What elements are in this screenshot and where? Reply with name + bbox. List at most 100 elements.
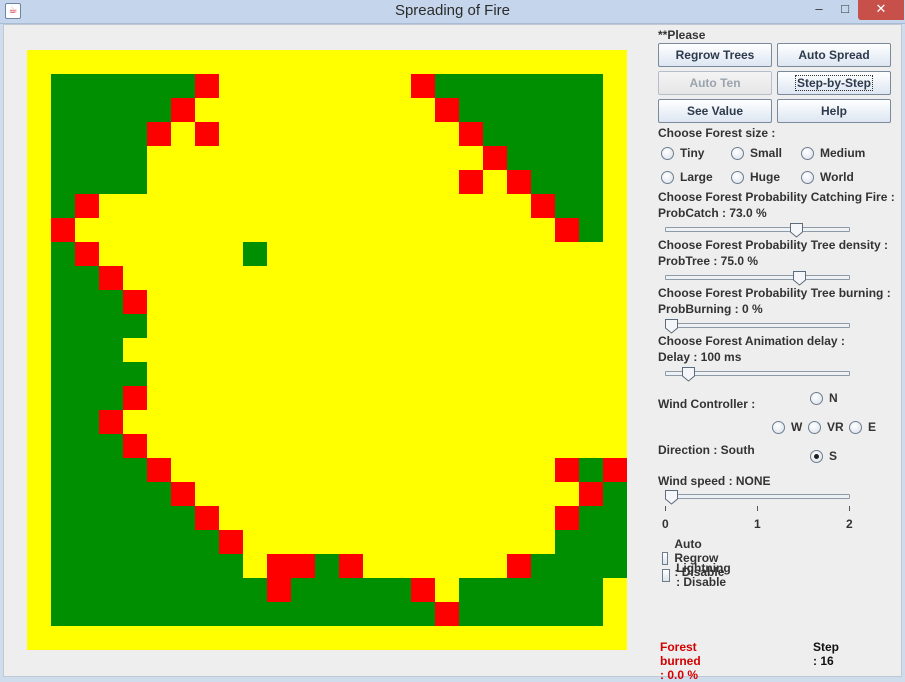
empty-cell[interactable]	[147, 290, 171, 314]
tree-cell[interactable]	[291, 578, 315, 602]
empty-cell[interactable]	[339, 458, 363, 482]
empty-cell[interactable]	[315, 506, 339, 530]
tree-cell[interactable]	[363, 602, 387, 626]
empty-cell[interactable]	[603, 314, 627, 338]
tree-cell[interactable]	[387, 602, 411, 626]
tree-cell[interactable]	[579, 170, 603, 194]
empty-cell[interactable]	[219, 338, 243, 362]
tree-cell[interactable]	[171, 74, 195, 98]
tree-cell[interactable]	[51, 602, 75, 626]
empty-cell[interactable]	[291, 458, 315, 482]
empty-cell[interactable]	[483, 242, 507, 266]
empty-cell[interactable]	[339, 218, 363, 242]
empty-cell[interactable]	[459, 290, 483, 314]
empty-cell[interactable]	[339, 266, 363, 290]
empty-cell[interactable]	[411, 242, 435, 266]
empty-cell[interactable]	[27, 410, 51, 434]
empty-cell[interactable]	[315, 410, 339, 434]
fire-cell[interactable]	[123, 434, 147, 458]
tree-cell[interactable]	[579, 458, 603, 482]
tree-cell[interactable]	[123, 602, 147, 626]
empty-cell[interactable]	[579, 362, 603, 386]
empty-cell[interactable]	[243, 266, 267, 290]
tree-cell[interactable]	[99, 482, 123, 506]
tree-cell[interactable]	[507, 98, 531, 122]
empty-cell[interactable]	[243, 314, 267, 338]
empty-cell[interactable]	[123, 194, 147, 218]
tree-cell[interactable]	[171, 506, 195, 530]
tree-cell[interactable]	[75, 482, 99, 506]
tree-cell[interactable]	[483, 122, 507, 146]
tree-cell[interactable]	[99, 434, 123, 458]
empty-cell[interactable]	[291, 146, 315, 170]
empty-cell[interactable]	[171, 290, 195, 314]
wind-speed-slider[interactable]	[665, 489, 850, 505]
empty-cell[interactable]	[147, 386, 171, 410]
empty-cell[interactable]	[291, 218, 315, 242]
tree-cell[interactable]	[603, 554, 627, 578]
empty-cell[interactable]	[339, 482, 363, 506]
empty-cell[interactable]	[195, 410, 219, 434]
empty-cell[interactable]	[363, 50, 387, 74]
tree-cell[interactable]	[123, 170, 147, 194]
empty-cell[interactable]	[483, 170, 507, 194]
tree-cell[interactable]	[171, 530, 195, 554]
tree-cell[interactable]	[123, 314, 147, 338]
empty-cell[interactable]	[291, 194, 315, 218]
empty-cell[interactable]	[555, 626, 579, 650]
empty-cell[interactable]	[507, 266, 531, 290]
fire-cell[interactable]	[507, 170, 531, 194]
empty-cell[interactable]	[219, 194, 243, 218]
empty-cell[interactable]	[195, 218, 219, 242]
empty-cell[interactable]	[435, 242, 459, 266]
empty-cell[interactable]	[27, 386, 51, 410]
step-by-step-button[interactable]: Step-by-Step	[777, 71, 891, 95]
radio-circle[interactable]	[801, 146, 814, 160]
fire-cell[interactable]	[555, 506, 579, 530]
empty-cell[interactable]	[195, 314, 219, 338]
tree-cell[interactable]	[339, 578, 363, 602]
empty-cell[interactable]	[579, 410, 603, 434]
empty-cell[interactable]	[531, 626, 555, 650]
tree-cell[interactable]	[507, 578, 531, 602]
empty-cell[interactable]	[363, 554, 387, 578]
fire-cell[interactable]	[99, 410, 123, 434]
radio-circle[interactable]	[808, 420, 821, 434]
tree-cell[interactable]	[579, 554, 603, 578]
empty-cell[interactable]	[243, 458, 267, 482]
empty-cell[interactable]	[387, 290, 411, 314]
empty-cell[interactable]	[315, 266, 339, 290]
tree-cell[interactable]	[219, 578, 243, 602]
tree-cell[interactable]	[75, 434, 99, 458]
empty-cell[interactable]	[507, 434, 531, 458]
empty-cell[interactable]	[459, 530, 483, 554]
empty-cell[interactable]	[483, 506, 507, 530]
forest-grid[interactable]	[27, 50, 627, 650]
empty-cell[interactable]	[387, 266, 411, 290]
empty-cell[interactable]	[27, 146, 51, 170]
empty-cell[interactable]	[387, 626, 411, 650]
radio-circle[interactable]	[810, 449, 823, 463]
tree-cell[interactable]	[147, 98, 171, 122]
empty-cell[interactable]	[315, 338, 339, 362]
empty-cell[interactable]	[531, 314, 555, 338]
fire-cell[interactable]	[147, 122, 171, 146]
empty-cell[interactable]	[315, 242, 339, 266]
empty-cell[interactable]	[339, 386, 363, 410]
empty-cell[interactable]	[27, 170, 51, 194]
tree-cell[interactable]	[507, 74, 531, 98]
empty-cell[interactable]	[507, 410, 531, 434]
empty-cell[interactable]	[459, 314, 483, 338]
empty-cell[interactable]	[435, 482, 459, 506]
empty-cell[interactable]	[603, 362, 627, 386]
empty-cell[interactable]	[267, 194, 291, 218]
empty-cell[interactable]	[411, 218, 435, 242]
tree-cell[interactable]	[51, 458, 75, 482]
tree-cell[interactable]	[315, 554, 339, 578]
empty-cell[interactable]	[531, 338, 555, 362]
fire-cell[interactable]	[195, 74, 219, 98]
empty-cell[interactable]	[603, 602, 627, 626]
empty-cell[interactable]	[123, 50, 147, 74]
tree-cell[interactable]	[579, 146, 603, 170]
empty-cell[interactable]	[291, 74, 315, 98]
